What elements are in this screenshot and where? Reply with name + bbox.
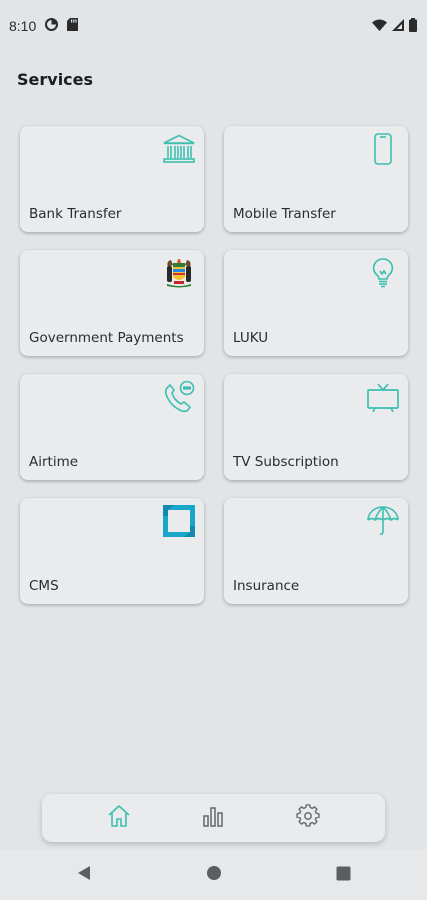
system-back-button[interactable]	[73, 864, 95, 886]
back-icon	[77, 865, 91, 885]
service-card-airtime[interactable]: Airtime	[20, 374, 204, 480]
mobile-phone-icon	[366, 132, 400, 166]
service-label: LUKU	[233, 330, 269, 346]
umbrella-icon	[366, 504, 400, 538]
service-label: TV Subscription	[233, 454, 339, 470]
system-home-button[interactable]	[203, 864, 225, 886]
service-card-bank-transfer[interactable]: Bank Transfer	[20, 126, 204, 232]
status-left: 8:10	[9, 18, 79, 34]
service-label: CMS	[29, 578, 59, 594]
status-bar: 8:10	[0, 0, 427, 52]
service-card-mobile-transfer[interactable]: Mobile Transfer	[224, 126, 408, 232]
battery-icon	[409, 17, 417, 35]
service-label: Government Payments	[29, 330, 184, 346]
nav-settings-button[interactable]	[288, 798, 328, 838]
service-label: Insurance	[233, 578, 300, 594]
status-time: 8:10	[9, 18, 37, 34]
status-right	[372, 17, 417, 35]
data-saver-icon	[45, 18, 59, 34]
cms-logo-icon	[162, 504, 196, 538]
nav-stats-button[interactable]	[193, 798, 233, 838]
service-label: Bank Transfer	[29, 206, 122, 222]
nav-home-button[interactable]	[99, 798, 139, 838]
service-label: Airtime	[29, 454, 79, 470]
service-label: Mobile Transfer	[233, 206, 336, 222]
service-card-tv-subscription[interactable]: TV Subscription	[224, 374, 408, 480]
services-grid: Bank Transfer Mobile Transfer Government…	[20, 126, 408, 604]
bank-icon	[162, 132, 196, 166]
bar-chart-icon	[201, 804, 225, 832]
service-card-cms[interactable]: CMS	[20, 498, 204, 604]
page-title: Services	[17, 70, 94, 89]
tv-icon	[366, 380, 400, 414]
light-bulb-icon	[366, 256, 400, 290]
recents-icon	[336, 866, 351, 885]
service-card-government-payments[interactable]: Government Payments	[20, 250, 204, 356]
cell-signal-icon	[392, 18, 404, 34]
home-icon	[107, 804, 131, 832]
coat-of-arms-icon	[162, 256, 196, 290]
gear-icon	[296, 804, 320, 832]
sd-card-icon	[67, 18, 79, 34]
system-recents-button[interactable]	[333, 864, 355, 886]
phone-call-icon	[162, 380, 196, 414]
system-nav-bar	[0, 850, 427, 900]
service-card-insurance[interactable]: Insurance	[224, 498, 408, 604]
service-card-luku[interactable]: LUKU	[224, 250, 408, 356]
home-circle-icon	[206, 865, 222, 885]
wifi-icon	[372, 18, 387, 34]
bottom-nav	[42, 794, 385, 842]
